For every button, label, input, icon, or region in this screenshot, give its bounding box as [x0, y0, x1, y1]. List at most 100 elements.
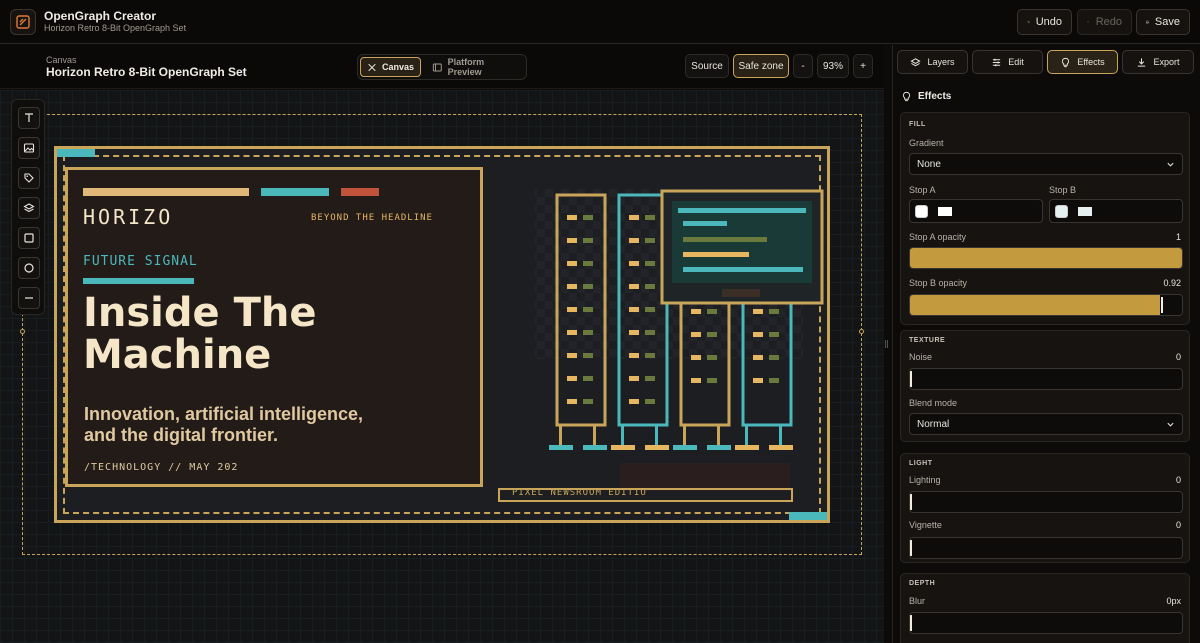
- vignette-thumb[interactable]: [910, 540, 912, 556]
- stop-a-color-picker[interactable]: [909, 199, 1043, 223]
- og-tagline[interactable]: BEYOND THE HEADLINE: [311, 213, 433, 223]
- server-led: [645, 215, 655, 220]
- layers-icon: [910, 57, 922, 66]
- lighting-value: 0: [1175, 475, 1181, 485]
- blur-value: 0px: [1166, 596, 1181, 606]
- resize-handle-right[interactable]: [859, 329, 864, 334]
- server-foot: [673, 445, 697, 450]
- noise-thumb[interactable]: [910, 371, 912, 387]
- gradient-select[interactable]: None: [909, 153, 1183, 175]
- stop-b-opacity-thumb[interactable]: [1161, 297, 1163, 313]
- tag-tool-icon[interactable]: [18, 167, 40, 189]
- safe-zone-toggle[interactable]: Safe zone: [733, 54, 789, 78]
- gradient-value: None: [917, 158, 941, 170]
- app-logo-icon: [10, 9, 36, 35]
- server-led: [567, 307, 577, 312]
- server-led: [567, 376, 577, 381]
- server-leg: [593, 425, 596, 445]
- server-led: [753, 309, 763, 314]
- server-led: [769, 378, 779, 383]
- og-subline[interactable]: Innovation, artificial intelligence, and…: [84, 404, 384, 446]
- stop-b-label: Stop B: [1049, 185, 1077, 195]
- save-button[interactable]: Save: [1136, 9, 1190, 35]
- source-button[interactable]: Source: [685, 54, 729, 78]
- server-led: [769, 309, 779, 314]
- resize-handle-left[interactable]: [20, 329, 25, 334]
- stop-a-opacity-slider[interactable]: [909, 247, 1183, 269]
- blur-label: Blur: [909, 596, 926, 606]
- zoom-level[interactable]: 93%: [817, 54, 849, 78]
- stop-a-label: Stop A: [909, 185, 936, 195]
- server-led: [583, 284, 593, 289]
- server-leg: [717, 425, 720, 445]
- og-kicker[interactable]: FUTURE SIGNAL: [83, 254, 198, 269]
- server-led: [691, 332, 701, 337]
- tab-effects-label: Effects: [1077, 57, 1105, 67]
- zoom-in-button[interactable]: +: [853, 54, 873, 78]
- stop-b-chip: [1078, 207, 1092, 216]
- canvas-header: Canvas Horizon Retro 8-Bit OpenGraph Set…: [0, 45, 884, 89]
- blend-mode-select[interactable]: Normal: [909, 413, 1183, 435]
- og-edition-label[interactable]: PIXEL NEWSROOM EDITIO: [498, 488, 793, 502]
- tab-export[interactable]: Export: [1122, 50, 1194, 74]
- tab-canvas[interactable]: Canvas: [360, 57, 421, 77]
- view-switcher: Canvas Platform Preview: [357, 54, 527, 80]
- circle-tool-icon[interactable]: [18, 257, 40, 279]
- server-led: [629, 238, 639, 243]
- stop-a-chip: [938, 207, 952, 216]
- tab-layers[interactable]: Layers: [897, 50, 968, 74]
- server-leg: [655, 425, 658, 445]
- zoom-out-button[interactable]: -: [793, 54, 813, 78]
- og-brand[interactable]: HORIZO: [83, 205, 173, 229]
- depth-section: DEPTH Blur 0px: [900, 573, 1190, 643]
- image-tool-icon[interactable]: [18, 137, 40, 159]
- og-meta[interactable]: /TECHNOLOGY // MAY 202: [84, 462, 238, 473]
- stop-b-opacity-label: Stop B opacity: [909, 278, 968, 288]
- server-leg: [621, 425, 624, 445]
- lighting-thumb[interactable]: [910, 494, 912, 510]
- lighting-slider[interactable]: [909, 491, 1183, 513]
- sliders-icon: [993, 58, 1001, 66]
- og-headline[interactable]: Inside The Machine: [83, 292, 316, 376]
- fill-heading: FILL: [909, 121, 926, 128]
- panel-resize-handle[interactable]: [885, 340, 888, 348]
- server-led: [567, 353, 577, 358]
- redo-button[interactable]: Redo: [1077, 9, 1132, 35]
- tab-edit[interactable]: Edit: [972, 50, 1043, 74]
- server-led: [645, 330, 655, 335]
- server-led: [583, 238, 593, 243]
- save-label: Save: [1154, 16, 1180, 28]
- rectangle-tool-icon[interactable]: [18, 227, 40, 249]
- blur-thumb[interactable]: [910, 615, 912, 631]
- server-led: [645, 353, 655, 358]
- download-icon: [1138, 57, 1146, 67]
- depth-heading: DEPTH: [909, 580, 936, 587]
- layers-tool-icon[interactable]: [18, 197, 40, 219]
- blur-slider[interactable]: [909, 612, 1183, 634]
- undo-button[interactable]: Undo: [1017, 9, 1072, 35]
- blend-mode-label: Blend mode: [909, 398, 958, 408]
- undo-icon: [1027, 21, 1030, 24]
- tool-palette: [11, 99, 45, 315]
- vignette-slider[interactable]: [909, 537, 1183, 559]
- server-led: [583, 215, 593, 220]
- texture-section: TEXTURE Noise 0 Blend mode Normal: [900, 330, 1190, 442]
- noise-slider[interactable]: [909, 368, 1183, 390]
- tab-platform-preview[interactable]: Platform Preview: [426, 57, 524, 77]
- stop-b-color-picker[interactable]: [1049, 199, 1183, 223]
- server-led: [583, 261, 593, 266]
- text-tool-icon[interactable]: [18, 107, 40, 129]
- line-tool-icon[interactable]: [18, 287, 40, 309]
- server-led: [629, 284, 639, 289]
- server-led: [567, 215, 577, 220]
- tab-effects[interactable]: Effects: [1047, 50, 1118, 74]
- app-title: OpenGraph Creator: [44, 9, 157, 23]
- server-led: [567, 261, 577, 266]
- server-led: [691, 378, 701, 383]
- server-led: [707, 309, 717, 314]
- stop-b-opacity-slider[interactable]: [909, 294, 1183, 316]
- gradient-label: Gradient: [909, 138, 944, 148]
- chevron-down-icon: [1167, 422, 1174, 427]
- lighting-label: Lighting: [909, 475, 941, 485]
- tab-layers-label: Layers: [927, 57, 955, 67]
